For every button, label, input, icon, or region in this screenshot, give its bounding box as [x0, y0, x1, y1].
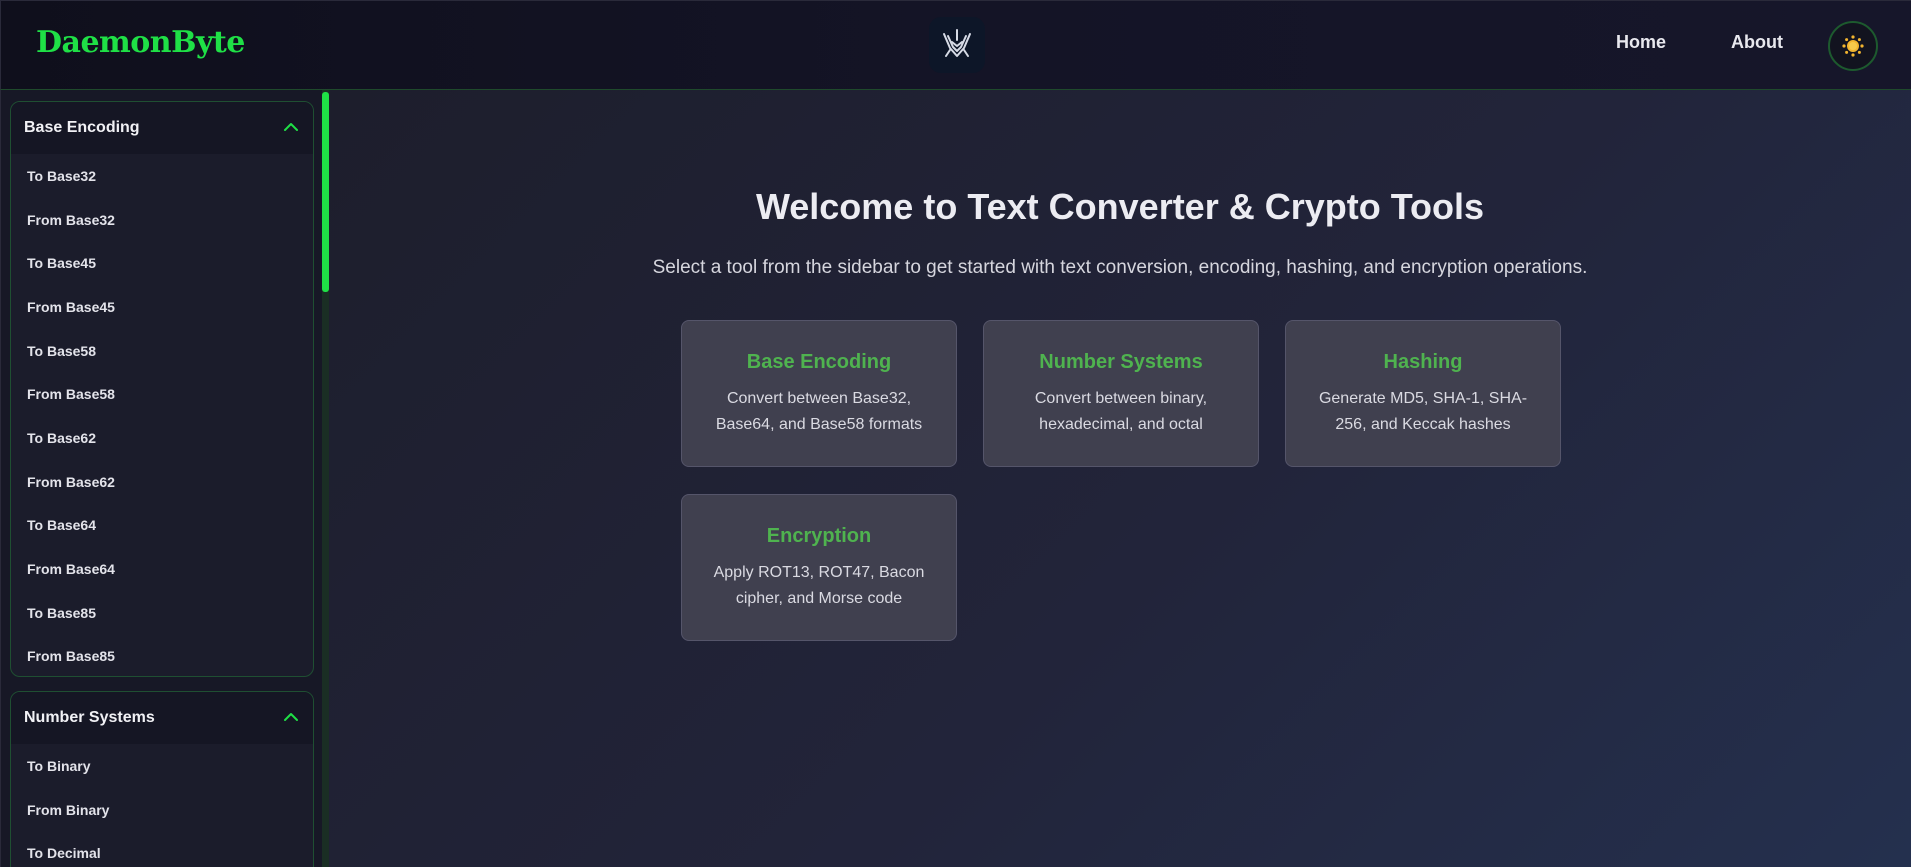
card-title: Number Systems: [1039, 351, 1203, 373]
section-title: Number Systems: [24, 709, 155, 726]
card-title: Encryption: [766, 525, 872, 547]
card-title: Hashing: [1383, 351, 1463, 373]
page-title: Welcome to Text Converter & Crypto Tools: [755, 186, 1485, 227]
section-header-number-systems[interactable]: Number Systems: [11, 692, 313, 744]
nav-home-link[interactable]: Home: [1616, 32, 1666, 53]
sidebar-item-from-base32[interactable]: From Base32: [11, 198, 313, 242]
brand-logo-text[interactable]: DaemonByte: [36, 25, 245, 60]
sidebar-item-from-base85[interactable]: From Base85: [11, 635, 313, 676]
daemon-crest-icon: [943, 29, 971, 57]
tool-card-number-systems[interactable]: Number Systems Convert between binary, h…: [983, 320, 1259, 467]
top-header: DaemonByte Home About: [0, 0, 1911, 90]
sidebar-item-to-decimal[interactable]: To Decimal: [11, 831, 313, 867]
sidebar-item-to-binary[interactable]: To Binary: [11, 744, 313, 788]
section-header-base-encoding[interactable]: Base Encoding: [11, 102, 313, 154]
sidebar-item-to-base85[interactable]: To Base85: [11, 591, 313, 635]
card-description: Generate MD5, SHA-1, SHA-256, and Keccak…: [1318, 390, 1528, 433]
chevron-up-icon: [284, 713, 298, 721]
main-content: Welcome to Text Converter & Crypto Tools…: [329, 90, 1911, 867]
sidebar-item-from-base62[interactable]: From Base62: [11, 460, 313, 504]
sidebar-item-to-base64[interactable]: To Base64: [11, 504, 313, 548]
sun-icon: [1842, 35, 1864, 57]
sidebar-item-to-base45[interactable]: To Base45: [11, 241, 313, 285]
tool-card-hashing[interactable]: Hashing Generate MD5, SHA-1, SHA-256, an…: [1285, 320, 1561, 467]
sidebar-item-from-base64[interactable]: From Base64: [11, 547, 313, 591]
app-logo[interactable]: [929, 17, 985, 73]
nav-about-link[interactable]: About: [1731, 32, 1783, 53]
sidebar-section-base-encoding: Base Encoding To Base32 From Base32 To B…: [10, 101, 314, 677]
card-title: Base Encoding: [746, 351, 892, 373]
sidebar-item-to-base58[interactable]: To Base58: [11, 329, 313, 373]
card-description: Convert between Base32, Base64, and Base…: [715, 390, 923, 433]
tool-card-encryption[interactable]: Encryption Apply ROT13, ROT47, Bacon cip…: [681, 494, 957, 641]
sidebar-item-to-base32[interactable]: To Base32: [11, 154, 313, 198]
card-description: Apply ROT13, ROT47, Bacon cipher, and Mo…: [713, 564, 925, 607]
sidebar-item-from-base58[interactable]: From Base58: [11, 372, 313, 416]
page-subtitle: Select a tool from the sidebar to get st…: [652, 257, 1588, 278]
sidebar: Base Encoding To Base32 From Base32 To B…: [0, 90, 322, 867]
sidebar-item-from-binary[interactable]: From Binary: [11, 788, 313, 832]
sidebar-scrollbar-thumb[interactable]: [322, 92, 329, 292]
sidebar-item-from-base45[interactable]: From Base45: [11, 285, 313, 329]
section-title: Base Encoding: [24, 119, 140, 136]
card-description: Convert between binary, hexadecimal, and…: [1034, 390, 1208, 433]
sidebar-item-to-base62[interactable]: To Base62: [11, 416, 313, 460]
chevron-up-icon: [284, 123, 298, 131]
theme-toggle-button[interactable]: [1828, 21, 1878, 71]
tool-card-base-encoding[interactable]: Base Encoding Convert between Base32, Ba…: [681, 320, 957, 467]
sidebar-section-number-systems: Number Systems To Binary From Binary To …: [10, 691, 314, 867]
